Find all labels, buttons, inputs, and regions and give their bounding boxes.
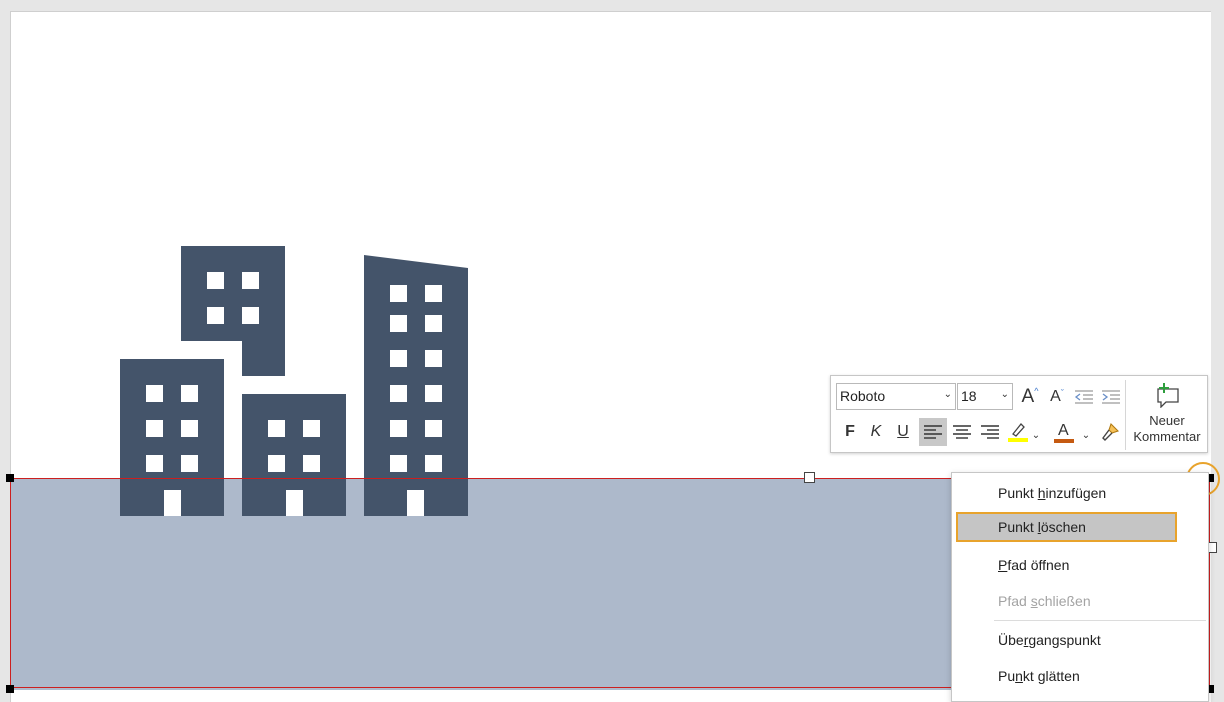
building-window bbox=[425, 315, 442, 332]
menu-item-label: Übergangspunkt bbox=[998, 632, 1101, 648]
new-comment-icon bbox=[1157, 383, 1179, 409]
highlight-color-button[interactable] bbox=[1006, 418, 1030, 446]
building-window bbox=[181, 420, 198, 437]
building-window bbox=[207, 272, 224, 289]
align-right-button[interactable] bbox=[976, 418, 1004, 446]
decrease-indent-button[interactable] bbox=[1071, 383, 1097, 411]
building-window bbox=[146, 455, 163, 472]
menu-item-label: Pfad schließen bbox=[998, 593, 1091, 609]
edit-point-top-left[interactable] bbox=[6, 474, 14, 482]
building-window bbox=[181, 385, 198, 402]
align-center-button[interactable] bbox=[948, 418, 976, 446]
building-window bbox=[425, 455, 442, 472]
edit-point-top-middle[interactable] bbox=[804, 472, 815, 483]
building-window bbox=[425, 420, 442, 437]
align-right-icon bbox=[981, 425, 999, 439]
font-color-button[interactable]: A bbox=[1052, 418, 1076, 446]
highlight-color-dropdown[interactable]: ⌄ bbox=[1030, 421, 1042, 449]
building-body-4 bbox=[364, 255, 468, 516]
align-left-icon bbox=[924, 425, 942, 439]
building-window bbox=[242, 307, 259, 324]
building-window bbox=[390, 455, 407, 472]
building-window bbox=[268, 420, 285, 437]
chevron-down-icon: ⌄ bbox=[1000, 389, 1009, 400]
building-window bbox=[303, 420, 320, 437]
italic-label: K bbox=[870, 423, 882, 440]
increase-font-size-icon: A^ bbox=[1021, 386, 1039, 407]
menu-item-add-point[interactable]: Punkt hinzufügen bbox=[952, 478, 1208, 508]
edit-point-bottom-left[interactable] bbox=[6, 685, 14, 693]
decrease-indent-icon bbox=[1074, 390, 1093, 404]
align-center-icon bbox=[953, 425, 971, 439]
menu-item-label: Punkt hinzufügen bbox=[998, 485, 1107, 501]
font-size-value: 18 bbox=[961, 388, 977, 404]
building-window bbox=[425, 285, 442, 302]
chevron-down-icon: ⌄ bbox=[943, 389, 952, 400]
bold-label: F bbox=[845, 423, 855, 440]
chevron-down-icon: ⌄ bbox=[1031, 429, 1041, 441]
underline-button[interactable]: U bbox=[892, 418, 914, 446]
menu-item-label: Punkt löschen bbox=[998, 519, 1086, 535]
building-window bbox=[146, 420, 163, 437]
decrease-font-size-icon: Aˇ bbox=[1050, 388, 1064, 405]
building-window bbox=[181, 455, 198, 472]
new-comment-label-line1: Neuer bbox=[1149, 413, 1185, 428]
building-window bbox=[390, 350, 407, 367]
font-color-icon: A bbox=[1054, 422, 1074, 443]
align-left-button[interactable] bbox=[919, 418, 947, 446]
building-window bbox=[242, 272, 259, 289]
highlight-pen-icon bbox=[1008, 423, 1028, 442]
bold-button[interactable]: F bbox=[839, 418, 861, 446]
building-window bbox=[207, 307, 224, 324]
building-window bbox=[390, 385, 407, 402]
increase-indent-button[interactable] bbox=[1098, 383, 1124, 411]
menu-item-open-path[interactable]: Pfad öffnen bbox=[952, 550, 1208, 580]
chevron-down-icon: ⌄ bbox=[1081, 429, 1091, 441]
building-window bbox=[390, 315, 407, 332]
menu-item-delete-point[interactable]: Punkt löschen bbox=[956, 512, 1177, 542]
menu-separator bbox=[994, 620, 1206, 621]
new-comment-button[interactable]: Neuer Kommentar bbox=[1127, 382, 1207, 450]
menu-item-label: Pfad öffnen bbox=[998, 557, 1070, 573]
font-color-dropdown[interactable]: ⌄ bbox=[1080, 421, 1092, 449]
building-window bbox=[390, 285, 407, 302]
building-window bbox=[425, 385, 442, 402]
menu-item-transition-point[interactable]: Übergangspunkt bbox=[952, 625, 1208, 655]
building-window bbox=[425, 350, 442, 367]
font-size-dropdown[interactable]: 18 ⌄ bbox=[957, 383, 1013, 410]
building-window bbox=[303, 455, 320, 472]
building-window bbox=[146, 385, 163, 402]
new-comment-label-line2: Kommentar bbox=[1133, 429, 1201, 444]
menu-item-label: Punkt glätten bbox=[998, 668, 1080, 684]
menu-item-smooth-point[interactable]: Punkt glätten bbox=[952, 661, 1208, 691]
font-name-value: Roboto bbox=[840, 388, 886, 404]
svg-text:A: A bbox=[1058, 422, 1069, 439]
font-name-dropdown[interactable]: Roboto ⌄ bbox=[836, 383, 956, 410]
building-body-1 bbox=[181, 246, 285, 376]
building-window bbox=[268, 455, 285, 472]
building-window bbox=[390, 420, 407, 437]
italic-button[interactable]: K bbox=[865, 418, 887, 446]
format-painter-button[interactable] bbox=[1097, 418, 1123, 446]
toolbar-separator bbox=[1125, 380, 1126, 450]
decrease-font-size-button[interactable]: Aˇ bbox=[1044, 383, 1070, 411]
increase-font-size-button[interactable]: A^ bbox=[1017, 383, 1043, 411]
format-painter-icon bbox=[1102, 422, 1120, 441]
underline-label: U bbox=[897, 423, 909, 440]
mini-toolbar: Roboto ⌄ 18 ⌄ A^ Aˇ F K U ⌄ A ⌄ Neuer Ko… bbox=[830, 375, 1208, 453]
increase-indent-icon bbox=[1102, 390, 1120, 404]
menu-item-close-path[interactable]: Pfad schließen bbox=[952, 586, 1208, 616]
context-menu: Punkt hinzufügen Punkt löschen Pfad öffn… bbox=[951, 472, 1209, 702]
